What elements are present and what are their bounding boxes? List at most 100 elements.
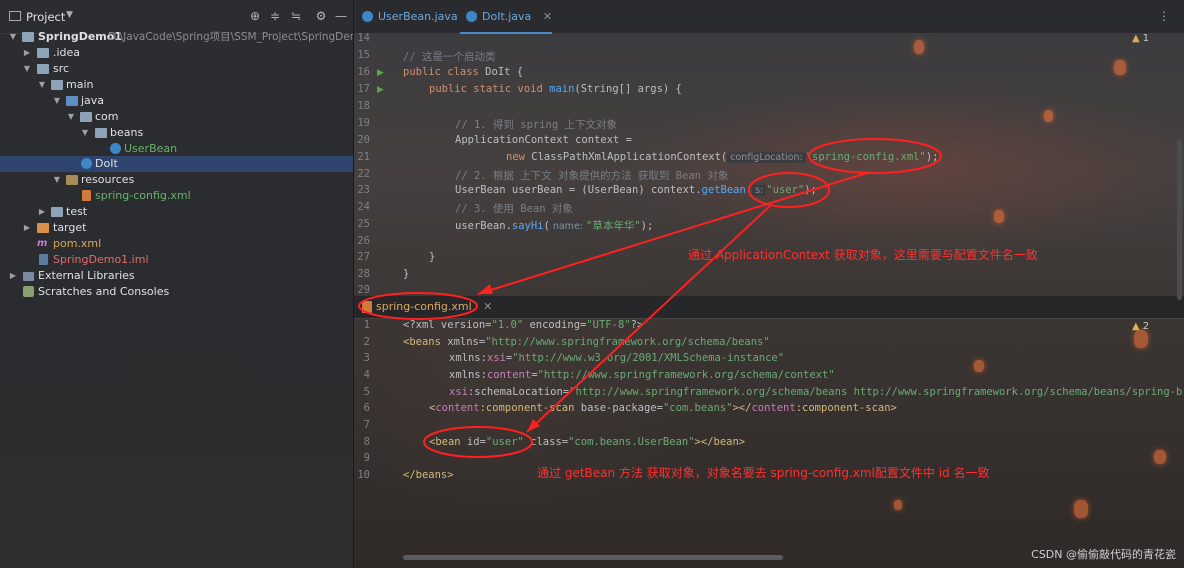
xml-namespace: xsi — [449, 386, 468, 398]
project-panel-title[interactable]: Project — [26, 10, 65, 24]
folder-icon — [22, 32, 34, 42]
lantern-decoration — [914, 40, 924, 54]
xml-namespace: content — [435, 402, 480, 414]
chevron-down-icon[interactable]: ▼ — [22, 61, 32, 77]
code-method: getBean — [701, 184, 746, 196]
horizontal-scrollbar[interactable] — [403, 555, 783, 560]
line-number: 22 — [357, 168, 370, 180]
vertical-scrollbar[interactable] — [1177, 140, 1182, 300]
tree-item-beans[interactable]: ▼ beans — [0, 125, 353, 141]
code-text: ClassPathXmlApplicationContext( — [524, 151, 728, 163]
module-file-icon — [39, 254, 48, 265]
xml-namespace: content — [751, 402, 796, 414]
expand-all-icon[interactable]: ≑ — [268, 9, 282, 23]
lantern-decoration — [1074, 500, 1088, 518]
annotation-text-bottom: 通过 getBean 方法 获取对象，对象名要去 spring-config.x… — [537, 466, 990, 480]
tree-item-pom[interactable]: m pom.xml — [0, 236, 353, 252]
tab-spring-config-xml[interactable]: spring-config.xml ✕ — [360, 296, 492, 318]
xml-line: <?xml version="1.0" encoding="UTF-8"?> — [403, 319, 643, 331]
chevron-right-icon[interactable]: ▶ — [22, 220, 32, 236]
code-keyword: public static void — [429, 83, 543, 95]
tree-item-project-root[interactable]: ▼ SpringDemo1 D:\JavaCode\Spring项目\SSM_P… — [0, 29, 353, 45]
tree-item-java[interactable]: ▼ java — [0, 93, 353, 109]
tab-doit-java[interactable]: DoIt.java ✕ — [460, 0, 553, 34]
gear-icon[interactable]: ⚙ — [314, 9, 328, 23]
annotation-text-top: 通过 ApplicationContext 获取对象，这里需要与配置文件名一致 — [688, 248, 1038, 262]
xml-line: <bean id="user" class="com.beans.UserBea… — [429, 436, 745, 448]
minimize-icon[interactable]: — — [334, 9, 348, 23]
line-number: 5 — [363, 386, 370, 398]
tree-item-com[interactable]: ▼ com — [0, 109, 353, 125]
tree-item-iml[interactable]: SpringDemo1.iml — [0, 252, 353, 268]
chevron-right-icon[interactable]: ▶ — [22, 45, 32, 61]
line-number: 24 — [357, 201, 370, 213]
xml-attr: xmlns: — [449, 369, 487, 381]
warning-count: 1 — [1142, 33, 1150, 44]
editor-tab-bar: UserBean.java ✕ DoIt.java ✕ ⋮ — [354, 0, 1184, 34]
code-string: "spring-config.xml" — [805, 151, 926, 163]
warning-icon[interactable]: ▲ 2 — [1132, 321, 1149, 332]
tree-item-test[interactable]: ▶ test — [0, 204, 353, 220]
run-icon[interactable]: ▶ — [377, 68, 384, 78]
code-line: } — [403, 268, 409, 280]
maven-icon: m — [37, 238, 48, 249]
line-number: 23 — [357, 184, 370, 196]
tree-item-label: com — [95, 110, 119, 123]
java-class-icon — [362, 11, 373, 22]
chevron-down-icon[interactable]: ▼ — [52, 93, 62, 109]
code-text: ?> — [630, 319, 644, 331]
more-tabs-icon[interactable]: ⋮ — [1158, 9, 1170, 23]
xml-line: </beans> — [403, 469, 454, 481]
code-line: userBean.sayHi(name: "草本年华"); — [455, 218, 653, 233]
xml-namespace: xsi — [486, 352, 506, 364]
run-icon[interactable]: ▶ — [377, 85, 384, 95]
tree-item-label: java — [81, 94, 105, 107]
tree-item-src[interactable]: ▼ src — [0, 61, 353, 77]
code-text: } — [429, 251, 436, 263]
lantern-decoration — [994, 210, 1004, 223]
line-number: 6 — [363, 402, 370, 414]
chevron-down-icon[interactable]: ▼ — [66, 10, 73, 20]
chevron-down-icon[interactable]: ▼ — [80, 125, 90, 141]
tree-item-doit[interactable]: DoIt — [0, 156, 353, 172]
line-number: 19 — [357, 117, 370, 129]
xml-tag: :component-scan — [479, 402, 575, 414]
resources-folder-icon — [66, 175, 78, 185]
code-text: <?xml version= — [403, 319, 492, 331]
chevron-right-icon[interactable]: ▶ — [8, 268, 18, 284]
tree-item-idea[interactable]: ▶ .idea — [0, 45, 353, 61]
xml-attr: :schemaLocation= — [467, 386, 570, 398]
xml-line: <beans xmlns="http://www.springframework… — [403, 336, 770, 348]
code-string: "com.beans.UserBean" — [568, 436, 695, 448]
lantern-decoration — [894, 500, 902, 510]
line-number: 21 — [357, 151, 370, 163]
chevron-down-icon[interactable]: ▼ — [52, 172, 62, 188]
line-number: 10 — [357, 469, 370, 481]
tree-item-userbean[interactable]: UserBean — [0, 141, 353, 157]
tree-item-spring-config[interactable]: spring-config.xml — [0, 188, 353, 204]
locate-icon[interactable]: ⊕ — [248, 9, 262, 23]
line-number: 16 — [357, 66, 370, 78]
close-icon[interactable]: ✕ — [483, 300, 492, 313]
line-number: 25 — [357, 218, 370, 230]
tree-item-resources[interactable]: ▼ resources — [0, 172, 353, 188]
tree-item-target[interactable]: ▶ target — [0, 220, 353, 236]
tree-item-external-libraries[interactable]: ▶ External Libraries — [0, 268, 353, 284]
chevron-down-icon[interactable]: ▼ — [37, 77, 47, 93]
tree-item-scratches[interactable]: Scratches and Consoles — [0, 284, 353, 300]
project-window-icon — [9, 11, 21, 21]
code-method: sayHi — [511, 220, 544, 232]
close-icon[interactable]: ✕ — [543, 10, 552, 23]
collapse-all-icon[interactable]: ≒ — [289, 9, 303, 23]
warning-icon[interactable]: ▲ 1 — [1132, 33, 1149, 44]
xml-attr: xmlns: — [449, 352, 487, 364]
code-string: "1.0" — [491, 319, 524, 331]
chevron-right-icon[interactable]: ▶ — [37, 204, 47, 220]
chevron-down-icon[interactable]: ▼ — [66, 109, 76, 125]
chevron-down-icon[interactable]: ▼ — [8, 29, 18, 45]
line-number: 17 — [357, 83, 370, 95]
folder-icon — [37, 64, 49, 74]
tree-item-main[interactable]: ▼ main — [0, 77, 353, 93]
line-number: 7 — [363, 419, 370, 431]
code-comment: // 3. 使用 Bean 对象 — [455, 203, 573, 215]
